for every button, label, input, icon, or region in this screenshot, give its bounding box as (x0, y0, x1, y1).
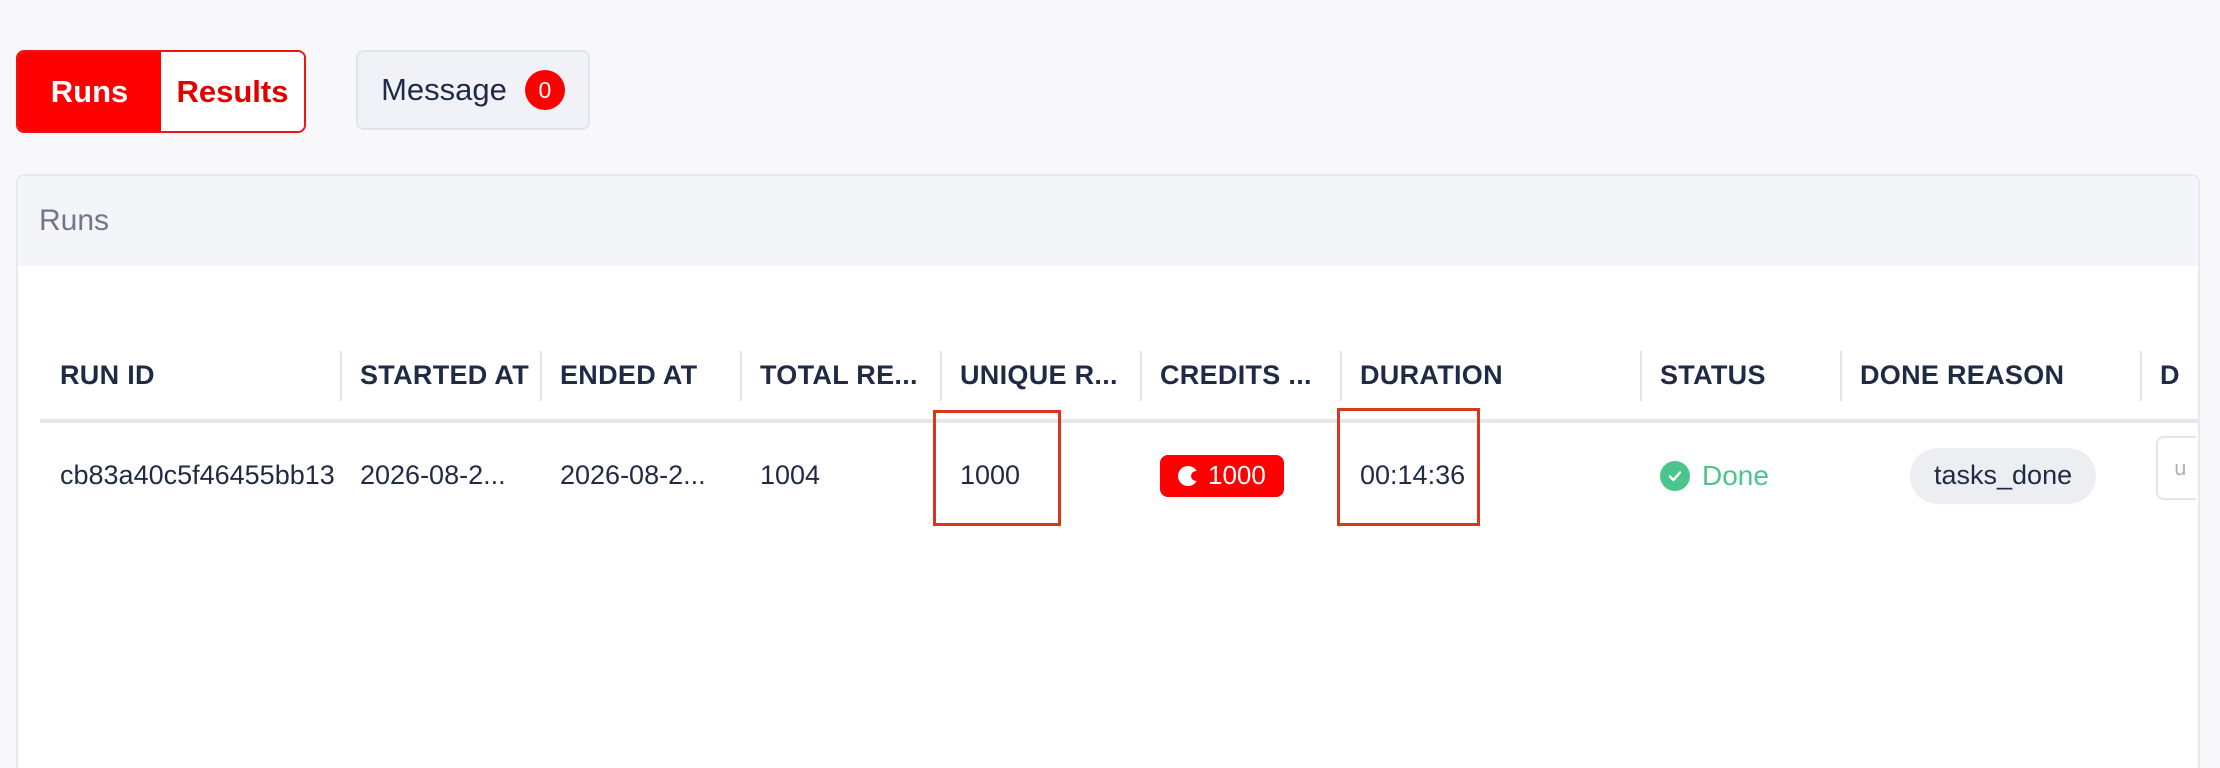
column-resize-handle[interactable] (1140, 351, 1142, 401)
column-resize-handle[interactable] (340, 351, 342, 401)
row-action-label: u (2174, 456, 2187, 480)
column-header-duration[interactable]: DURATION (1360, 331, 1620, 419)
table-row[interactable]: cb83a40c5f46455bb13 2026-08-2... 2026-08… (40, 423, 2198, 528)
cell-unique-requests: 1000 (960, 460, 1021, 490)
column-resize-handle[interactable] (540, 351, 542, 401)
message-button[interactable]: Message 0 (356, 50, 590, 130)
row-action-button[interactable]: u (2156, 436, 2196, 500)
cell-status: Done (1660, 423, 1840, 528)
column-header-d[interactable]: D (2160, 331, 2198, 419)
credits-badge: 1000 (1160, 454, 1284, 497)
message-count-badge: 0 (524, 70, 565, 110)
column-resize-handle[interactable] (940, 351, 942, 401)
cell-credits: 1000 (1160, 423, 1340, 528)
column-resize-handle[interactable] (740, 351, 742, 401)
cell-run-id: cb83a40c5f46455bb13 (60, 460, 335, 490)
column-header-done-reason[interactable]: DONE REASON (1860, 331, 2120, 419)
column-header-unique-requests[interactable]: UNIQUE R... (960, 331, 1140, 419)
done-reason-pill: tasks_done (1910, 447, 2097, 504)
column-header-ended-at[interactable]: ENDED AT (560, 331, 740, 419)
message-label: Message (381, 72, 507, 107)
check-circle-icon (1660, 460, 1690, 491)
column-header-total-requests[interactable]: TOTAL RE... (760, 331, 940, 419)
column-resize-handle[interactable] (2140, 351, 2142, 401)
cell-duration: 00:14:36 (1360, 460, 1466, 490)
column-resize-handle[interactable] (1840, 351, 1842, 401)
table-header: RUN ID STARTED AT ENDED AT TOTAL RE... U… (40, 331, 2198, 423)
credits-value: 1000 (1208, 460, 1266, 490)
runs-card: Runs RUN ID STARTED AT ENDED AT TOTAL RE… (16, 174, 2200, 768)
column-resize-handle[interactable] (1340, 351, 1342, 401)
column-header-run-id[interactable]: RUN ID (60, 331, 330, 419)
coin-icon (1178, 465, 1201, 486)
column-resize-handle[interactable] (1640, 351, 1642, 401)
cell-ended-at: 2026-08-2... (560, 460, 706, 490)
runs-table: RUN ID STARTED AT ENDED AT TOTAL RE... U… (40, 331, 2198, 528)
cell-total-requests: 1004 (760, 460, 821, 490)
cell-done-reason: tasks_done (1910, 423, 2140, 528)
cell-started-at: 2026-08-2... (360, 460, 506, 490)
view-tab-group: Runs Results (16, 50, 306, 133)
column-header-started-at[interactable]: STARTED AT (360, 331, 540, 419)
table-body: cb83a40c5f46455bb13 2026-08-2... 2026-08… (40, 423, 2198, 528)
page: Runs Results Message 0 Runs RUN ID START… (0, 0, 2220, 768)
column-header-credits[interactable]: CREDITS ... (1160, 331, 1340, 419)
tab-results[interactable]: Results (161, 52, 304, 131)
card-title: Runs (18, 176, 2198, 266)
tab-runs[interactable]: Runs (18, 52, 161, 131)
status-badge: Done (1660, 460, 1769, 492)
column-header-status[interactable]: STATUS (1660, 331, 1840, 419)
status-label: Done (1702, 459, 1769, 491)
